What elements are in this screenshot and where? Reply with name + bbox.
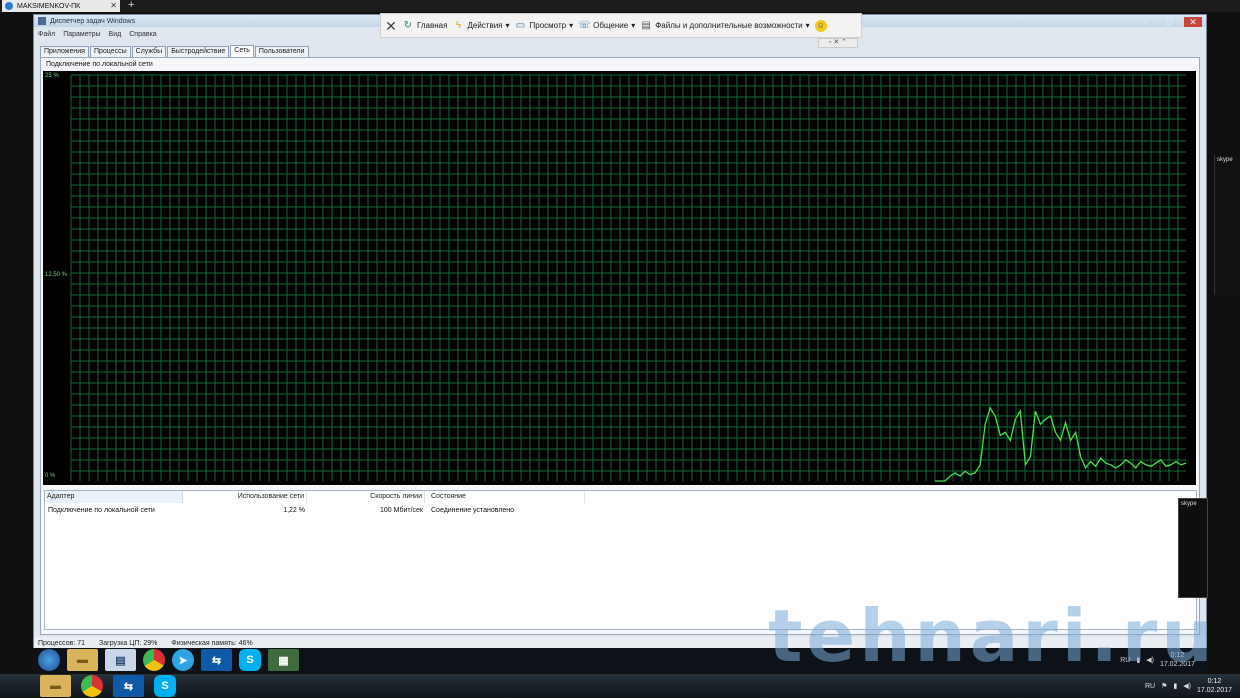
teamviewer-icon[interactable]: ⇆	[113, 675, 144, 697]
pin-icon[interactable]: ▫	[829, 39, 831, 46]
cell-speed[interactable]: 100 Мбит/сек	[309, 507, 423, 514]
explorer-icon[interactable]: ▬	[40, 675, 71, 697]
col-header-speed[interactable]: Скорость линии	[309, 491, 425, 503]
cell-state[interactable]: Соединение установлено	[431, 507, 514, 514]
remote-toolbar: ✕ ↻ Главная ϟ Действия ▾ ▭ Просмотр ▾ ☏ …	[380, 13, 862, 38]
outer-tab-bar: MAKSIMENKOV-ПК ✕ +	[0, 0, 1240, 12]
status-cpu: Загрузка ЦП: 29%	[99, 640, 158, 647]
toolbar-files[interactable]: ▤ Файлы и дополнительные возможности ▾	[640, 20, 809, 32]
language-indicator[interactable]: RU	[1145, 683, 1155, 690]
toolbar-actions-label: Действия	[467, 21, 503, 30]
minimize-icon[interactable]: –	[1136, 17, 1154, 27]
watermark: tehnari.ru	[768, 594, 1217, 678]
flag-icon[interactable]: ⚑	[1161, 682, 1167, 690]
outer-tab-title: MAKSIMENKOV-ПК	[17, 2, 81, 10]
monitor-icon: ▭	[515, 19, 526, 31]
toolbar-communication-label: Общение	[593, 21, 629, 30]
tab-applications[interactable]: Приложения	[40, 46, 89, 57]
expand-icon[interactable]: ✕	[833, 39, 839, 46]
lightning-icon: ϟ	[455, 19, 462, 31]
chevron-down-icon: ▾	[505, 21, 510, 30]
task-manager-icon[interactable]: ▦	[268, 649, 299, 671]
phone-icon: ☏	[578, 19, 591, 31]
skype-label: skype	[1181, 501, 1197, 507]
refresh-icon: ↻	[403, 19, 413, 31]
status-memory: Физическая память: 46%	[171, 640, 253, 647]
chrome-icon[interactable]	[81, 675, 103, 697]
document-icon[interactable]: ▤	[105, 649, 136, 671]
window-controls: – □ ✕	[1136, 17, 1202, 27]
chevron-down-icon: ▾	[631, 21, 636, 30]
close-icon[interactable]: ✕	[1184, 17, 1202, 27]
toolbar-home[interactable]: ↻ Главная	[402, 19, 448, 32]
close-icon[interactable]: ✕	[110, 1, 117, 10]
network-icon[interactable]: ▮	[1173, 682, 1177, 690]
network-panel: Подключение по локальной сети 25 % 12,50…	[40, 57, 1200, 635]
tab-services[interactable]: Службы	[131, 46, 167, 57]
status-processes: Процессов: 71	[38, 640, 86, 647]
chevron-up-icon[interactable]: ⌃	[841, 39, 847, 46]
toolbar-files-label: Файлы и дополнительные возможности	[655, 21, 803, 30]
y-tick-bottom: 0 %	[45, 473, 56, 479]
cell-adapter[interactable]: Подключение по локальной сети	[48, 507, 155, 514]
local-time: 0:12	[1207, 678, 1222, 685]
skype-icon[interactable]: S	[154, 675, 176, 697]
toolbar-home-label: Главная	[417, 21, 448, 30]
toolbar-communication[interactable]: ☏ Общение ▾	[578, 20, 635, 32]
close-icon[interactable]: ✕	[385, 19, 397, 33]
col-header-usage[interactable]: Использование сети	[185, 491, 307, 503]
tab-strip: Приложения Процессы Службы Быстродействи…	[40, 45, 310, 57]
teamviewer-icon[interactable]: ⇆	[201, 649, 232, 671]
skype-label: skype	[1217, 157, 1233, 163]
tab-networking[interactable]: Сеть	[230, 45, 254, 57]
skype-icon[interactable]: S	[239, 649, 261, 671]
skype-side-panel-2[interactable]: skype	[1178, 498, 1208, 598]
tab-processes[interactable]: Процессы	[89, 46, 131, 57]
menu-options[interactable]: Параметры	[63, 31, 100, 41]
menu-bar: Файл Параметры Вид Справка	[38, 31, 157, 41]
window-title: Диспетчер задач Windows	[50, 17, 136, 25]
teamviewer-icon	[5, 2, 13, 10]
toolbar-mini-controls[interactable]: ▫ ✕ ⌃	[818, 38, 858, 48]
tab-performance[interactable]: Быстродействие	[167, 46, 230, 57]
cell-usage[interactable]: 1,22 %	[185, 507, 305, 514]
chevron-down-icon: ▾	[569, 21, 574, 30]
volume-icon[interactable]: ◀)	[1183, 682, 1191, 690]
network-graph: 25 % 12,50 % 0 %	[43, 71, 1196, 485]
local-clock[interactable]: 0:12 17.02.2017	[1197, 677, 1232, 695]
local-date: 17.02.2017	[1196, 687, 1232, 694]
graph-svg	[70, 74, 1187, 482]
y-tick-mid: 12,50 %	[45, 272, 68, 278]
outer-tab-maksimenkov[interactable]: MAKSIMENKOV-ПК ✕	[2, 0, 120, 12]
menu-help[interactable]: Справка	[129, 31, 156, 41]
y-tick-top: 25 %	[45, 73, 59, 79]
file-icon: ▤	[641, 19, 651, 31]
explorer-icon[interactable]: ▬	[67, 649, 98, 671]
smiley-icon[interactable]: ☺	[814, 19, 827, 32]
col-header-state[interactable]: Состояние	[429, 491, 585, 503]
menu-file[interactable]: Файл	[38, 31, 55, 41]
col-header-adapter[interactable]: Адаптер	[47, 491, 183, 503]
menu-view[interactable]: Вид	[109, 31, 122, 41]
chevron-down-icon: ▾	[805, 21, 810, 30]
task-manager-icon	[38, 17, 46, 25]
maximize-icon[interactable]: □	[1160, 17, 1178, 27]
add-tab-icon[interactable]: +	[128, 0, 134, 11]
tab-users[interactable]: Пользователи	[254, 46, 309, 57]
toolbar-view-label: Просмотр	[529, 21, 567, 30]
start-button[interactable]	[38, 649, 60, 671]
task-manager-window: Диспетчер задач Windows – □ ✕ Файл Парам…	[33, 14, 1207, 650]
toolbar-actions[interactable]: ϟ Действия ▾	[452, 19, 510, 32]
telegram-icon[interactable]: ➤	[172, 649, 194, 671]
skype-side-panel[interactable]: skype	[1214, 155, 1240, 295]
graph-title: Подключение по локальной сети	[46, 61, 153, 68]
toolbar-view[interactable]: ▭ Просмотр ▾	[515, 19, 574, 32]
chrome-icon[interactable]	[143, 649, 165, 671]
